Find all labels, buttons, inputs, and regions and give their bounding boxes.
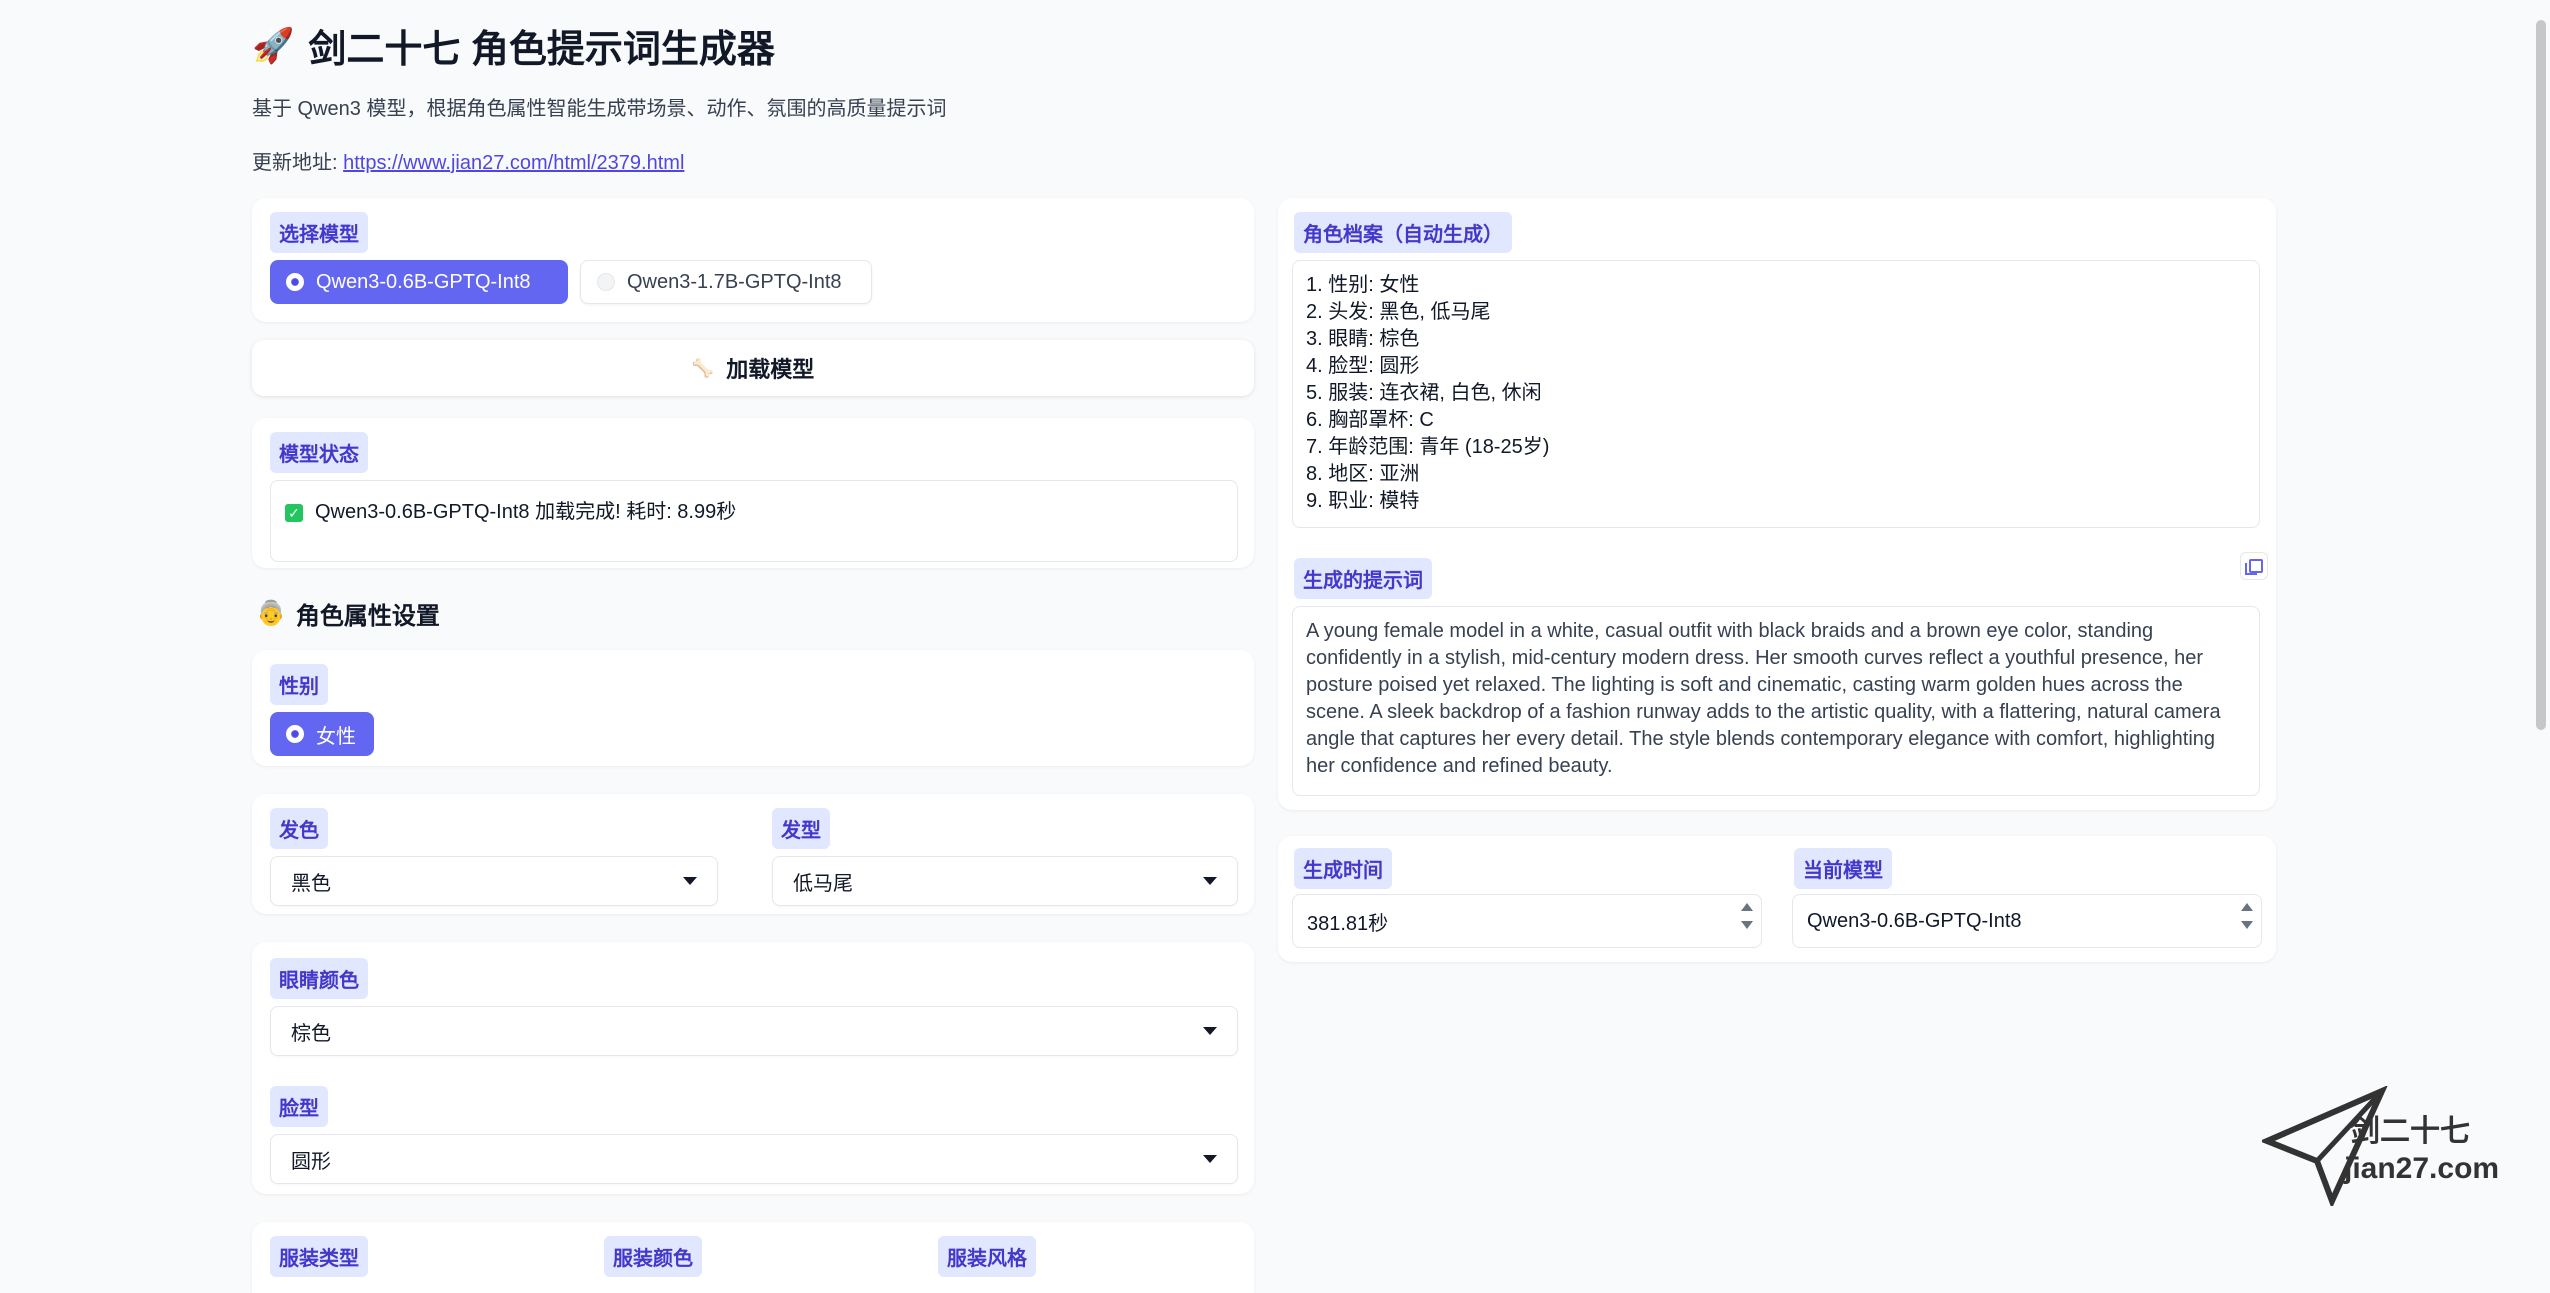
face-shape-label: 脸型 [270,1086,328,1127]
page-scrollbar[interactable] [2536,20,2546,730]
load-model-label: 加载模型 [726,357,815,382]
eye-color-label: 眼睛颜色 [270,958,368,999]
hair-style-label: 发型 [772,808,830,849]
site-logo: 剑二十七 jian27.com [2262,1086,2512,1206]
hair-style-value: 低马尾 [793,872,853,895]
spin-up-icon [1741,903,1753,911]
prompt-label: 生成的提示词 [1294,558,1432,599]
page-title: 🚀 剑二十七 角色提示词生成器 [252,18,775,73]
profile-line: 1. 性别: 女性 [1306,274,1420,296]
face-shape-value: 圆形 [291,1150,331,1173]
model-option-label: Qwen3-0.6B-GPTQ-Int8 [316,270,531,293]
copy-icon[interactable] [2240,552,2268,580]
page-subtitle: 基于 Qwen3 模型，根据角色属性智能生成带场景、动作、氛围的高质量提示词 [252,98,947,120]
profile-line: 4. 脸型: 圆形 [1306,355,1420,377]
outfit-panel [252,1222,1254,1293]
gen-time-field[interactable]: 381.81秒 [1292,894,1762,948]
prompt-text: A young female model in a white, casual … [1306,620,2221,777]
model-status-box: ✓ Qwen3-0.6B-GPTQ-Int8 加载完成! 耗时: 8.99秒 [270,480,1238,562]
model-status-message-row: ✓ Qwen3-0.6B-GPTQ-Int8 加载完成! 耗时: 8.99秒 [285,495,736,524]
spin-down-icon [2241,921,2253,929]
gen-time-value: 381.81秒 [1307,912,1389,935]
number-spinner[interactable] [1741,903,1753,929]
bone-icon: 🦴 [691,357,715,378]
gender-panel [252,650,1254,766]
eye-color-value: 棕色 [291,1022,331,1045]
model-option-1-7b[interactable]: Qwen3-1.7B-GPTQ-Int8 [580,260,872,304]
model-option-label: Qwen3-1.7B-GPTQ-Int8 [627,270,842,293]
outfit-color-label: 服装颜色 [604,1236,702,1277]
profile-line: 8. 地区: 亚洲 [1306,463,1420,485]
spin-up-icon [2241,903,2253,911]
profile-line: 2. 头发: 黑色, 低马尾 [1306,301,1491,323]
logo-text-cn: 剑二十七 [2350,1114,2470,1149]
chevron-down-icon [683,877,697,885]
page-title-text: 剑二十七 角色提示词生成器 [308,29,775,71]
gender-label: 性别 [270,664,328,705]
outfit-type-label: 服装类型 [270,1236,368,1277]
update-link-prefix: 更新地址: [252,152,344,174]
eye-color-select[interactable]: 棕色 [270,1006,1238,1056]
profile-line: 3. 眼睛: 棕色 [1306,328,1420,350]
logo-text-domain: jian27.com [2344,1152,2500,1185]
model-status-label: 模型状态 [270,432,368,473]
profile-line: 5. 服装: 连衣裙, 白色, 休闲 [1306,382,1542,404]
hair-color-select[interactable]: 黑色 [270,856,718,906]
spin-down-icon [1741,921,1753,929]
chevron-down-icon [1203,877,1217,885]
radio-dot-icon [286,273,304,291]
rocket-icon: 🚀 [252,26,295,65]
current-model-label: 当前模型 [1794,848,1892,889]
avatar-icon: 👵 [256,600,286,627]
gender-option-label: 女性 [316,725,356,748]
number-spinner[interactable] [2241,903,2253,929]
load-model-button[interactable]: 🦴 加载模型 [252,340,1254,396]
profile-line: 9. 职业: 模特 [1306,490,1420,512]
model-option-0-6b[interactable]: Qwen3-0.6B-GPTQ-Int8 [270,260,568,304]
profile-label: 角色档案（自动生成） [1294,212,1512,253]
app-root: 🚀 剑二十七 角色提示词生成器 基于 Qwen3 模型，根据角色属性智能生成带场… [0,0,2550,1293]
gender-option-female[interactable]: 女性 [270,712,374,756]
update-link-row: 更新地址: https://www.jian27.com/html/2379.h… [252,146,684,175]
checkmark-icon: ✓ [285,503,303,522]
profile-lines: 1. 性别: 女性 2. 头发: 黑色, 低马尾 3. 眼睛: 棕色 4. 脸型… [1306,272,1549,515]
gen-time-label: 生成时间 [1294,848,1392,889]
profile-line: 7. 年龄范围: 青年 (18-25岁) [1306,436,1550,458]
current-model-field[interactable]: Qwen3-0.6B-GPTQ-Int8 [1792,894,2262,948]
current-model-value: Qwen3-0.6B-GPTQ-Int8 [1807,909,2022,932]
chevron-down-icon [1203,1027,1217,1035]
model-select-label: 选择模型 [270,212,368,253]
outfit-style-label: 服装风格 [938,1236,1036,1277]
model-status-message: Qwen3-0.6B-GPTQ-Int8 加载完成! 耗时: 8.99秒 [315,501,737,523]
hair-style-select[interactable]: 低马尾 [772,856,1238,906]
chevron-down-icon [1203,1155,1217,1163]
hair-color-label: 发色 [270,808,328,849]
face-shape-select[interactable]: 圆形 [270,1134,1238,1184]
update-link[interactable]: https://www.jian27.com/html/2379.html [343,152,684,174]
attributes-section-text: 角色属性设置 [295,603,440,630]
hair-color-value: 黑色 [291,872,331,895]
radio-dot-icon [286,725,304,743]
radio-dot-icon [597,273,615,291]
attributes-section-title: 👵 角色属性设置 [256,596,440,631]
profile-line: 6. 胸部罩杯: C [1306,409,1434,431]
